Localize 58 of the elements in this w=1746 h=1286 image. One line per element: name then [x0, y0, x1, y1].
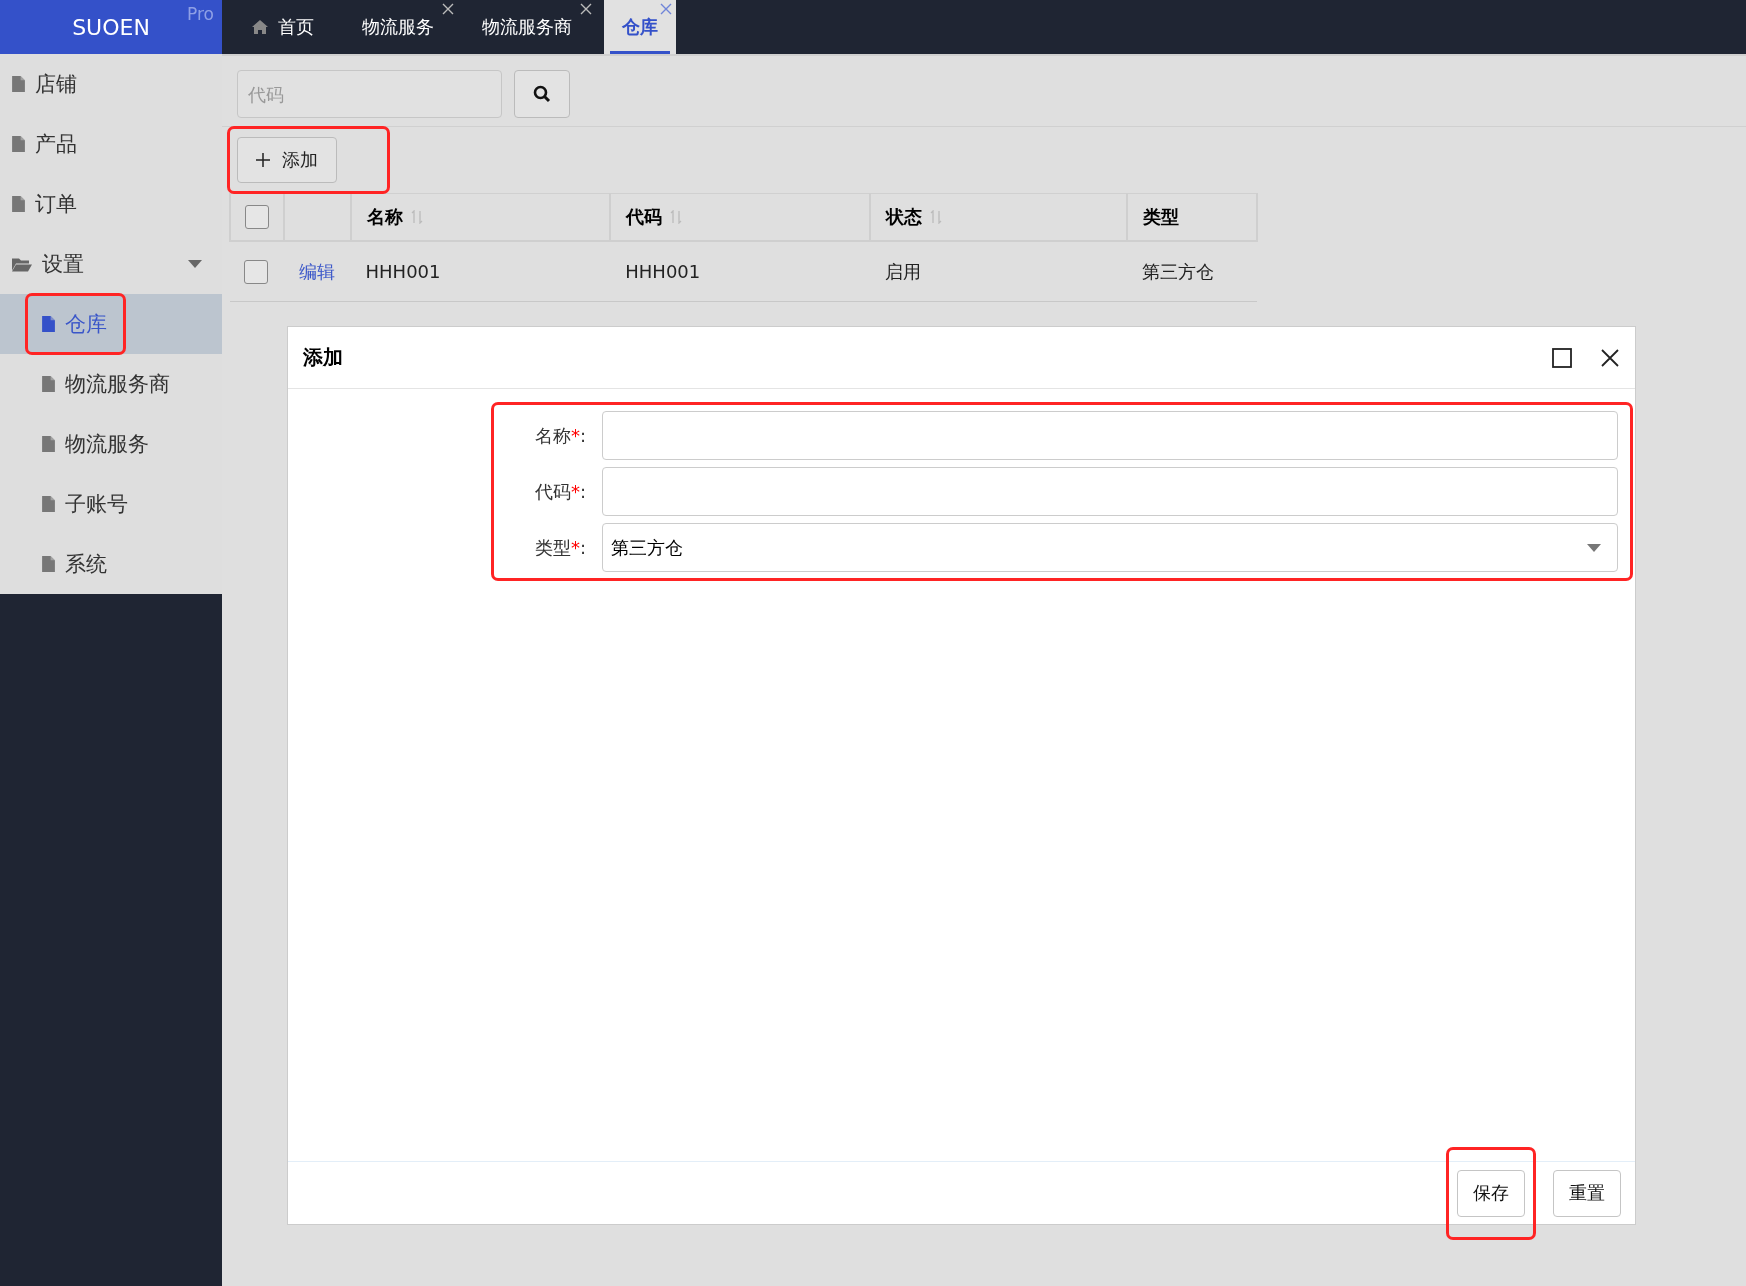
- home-icon: [252, 20, 268, 34]
- select-field[interactable]: 第三方仓: [602, 523, 1618, 572]
- close-icon[interactable]: [1600, 347, 1620, 368]
- dialog-button[interactable]: 保存: [1457, 1169, 1525, 1217]
- sort-icon[interactable]: [670, 210, 683, 224]
- brand-name: SUOEN: [72, 14, 150, 40]
- search-button[interactable]: [514, 70, 570, 118]
- sort-icon[interactable]: [930, 210, 943, 224]
- dialog-title: 添加: [303, 344, 343, 371]
- folder-icon: [12, 256, 32, 272]
- column-header[interactable]: 名称: [366, 205, 423, 229]
- field-label: 名称*:: [533, 423, 587, 448]
- search-field[interactable]: 代码: [237, 70, 502, 118]
- sidebar-item[interactable]: 子账号: [0, 474, 222, 534]
- checkbox[interactable]: [244, 259, 268, 284]
- table-cell: HHH001: [625, 261, 701, 282]
- sidebar-item[interactable]: 设置: [0, 234, 222, 294]
- file-icon: [12, 76, 25, 92]
- file-icon: [12, 136, 25, 152]
- tab[interactable]: 仓库: [604, 0, 676, 54]
- column-header[interactable]: 类型: [1143, 205, 1180, 229]
- edit-link[interactable]: 编辑: [299, 260, 335, 282]
- file-icon: [42, 556, 55, 572]
- search-icon: [533, 85, 551, 103]
- close-icon[interactable]: [580, 3, 592, 15]
- dialog-button[interactable]: 重置: [1553, 1169, 1621, 1217]
- file-icon: [42, 496, 55, 512]
- sidebar-item[interactable]: 店铺: [0, 54, 222, 114]
- field-label: 类型*:: [533, 535, 587, 560]
- file-icon: [12, 196, 25, 212]
- sidebar-item[interactable]: 产品: [0, 114, 222, 174]
- checkbox[interactable]: [245, 205, 269, 229]
- close-icon[interactable]: [442, 3, 454, 15]
- field-label: 代码*:: [533, 479, 587, 504]
- add-button[interactable]: 添加: [237, 137, 337, 183]
- input-field[interactable]: [602, 467, 1618, 516]
- column-header[interactable]: 状态: [886, 205, 943, 229]
- file-icon: [42, 436, 55, 452]
- plus-icon: [256, 153, 270, 167]
- file-icon: [42, 316, 55, 332]
- tab[interactable]: 首页: [228, 0, 338, 54]
- input-field[interactable]: [602, 411, 1618, 460]
- table-cell: 启用: [885, 260, 922, 282]
- sidebar-item[interactable]: 订单: [0, 174, 222, 234]
- maximize-icon[interactable]: [1552, 347, 1572, 368]
- table-cell: HHH001: [365, 261, 441, 282]
- sidebar-item[interactable]: 系统: [0, 534, 222, 594]
- tab[interactable]: 物流服务商: [458, 0, 596, 54]
- sidebar-item[interactable]: 物流服务: [0, 414, 222, 474]
- table-cell: 第三方仓: [1142, 260, 1215, 282]
- sidebar-item[interactable]: 仓库: [0, 294, 222, 354]
- sort-icon[interactable]: [410, 210, 423, 224]
- tab[interactable]: 物流服务: [338, 0, 458, 54]
- caret-icon: [1587, 543, 1601, 552]
- file-icon: [42, 376, 55, 392]
- column-header[interactable]: 代码: [626, 205, 683, 229]
- sidebar-item[interactable]: 物流服务商: [0, 354, 222, 414]
- edition-label: Pro: [187, 4, 214, 24]
